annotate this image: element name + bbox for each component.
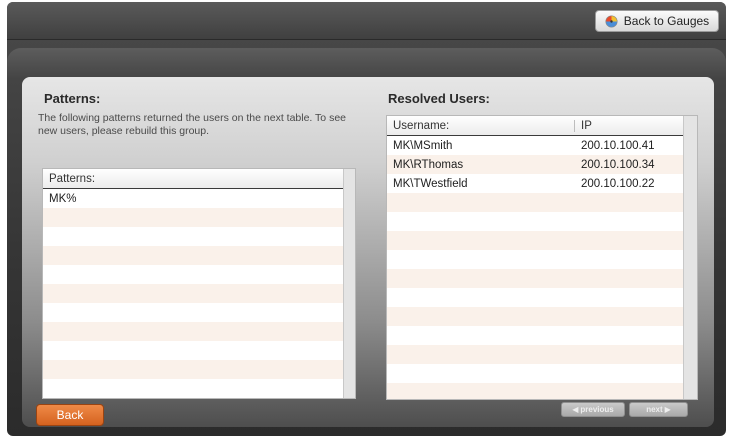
top-bar: Back to Gauges [7,2,726,40]
table-cell: 200.10.100.34 [581,158,655,171]
table-row[interactable]: MK\MSmith 200.10.100.41 [387,136,683,155]
patterns-title: Patterns: [44,91,101,106]
table-cell: MK\MSmith [393,139,453,152]
gauge-icon [605,14,618,28]
resolved-users-table-body: MK\MSmith 200.10.100.41 MK\RThomas 200.10.1… [387,136,683,399]
table-cell: 200.10.100.41 [581,139,655,152]
table-row[interactable] [43,284,343,303]
table-row[interactable] [387,269,683,288]
back-to-gauges-button[interactable]: Back to Gauges [595,10,719,32]
table-cell: MK\TWestfield [393,177,468,190]
table-row[interactable] [387,364,683,383]
table-row[interactable] [387,326,683,345]
back-to-gauges-label: Back to Gauges [623,14,710,28]
previous-button[interactable]: ◀ previous [561,402,625,417]
table-row[interactable] [387,231,683,250]
table-row[interactable] [387,307,683,326]
table-row[interactable] [43,379,343,398]
patterns-scrollbar[interactable] [343,169,355,398]
table-cell: MK\RThomas [393,158,464,171]
table-row[interactable] [43,341,343,360]
table-row[interactable] [43,360,343,379]
patterns-table: Patterns: MK% [42,168,356,399]
table-row[interactable] [43,208,343,227]
patterns-table-body: MK% [43,189,343,398]
chevron-right-icon: ▶ [664,405,671,414]
table-row[interactable] [387,345,683,364]
table-row[interactable] [387,193,683,212]
patterns-column-header: Patterns: [49,172,96,185]
table-row[interactable] [387,383,683,399]
table-row[interactable] [43,265,343,284]
resolved-users-title: Resolved Users: [388,91,490,106]
table-row[interactable] [43,322,343,341]
resolved-users-scrollbar[interactable] [683,116,697,399]
table-row[interactable] [387,212,683,231]
table-row[interactable]: MK\RThomas 200.10.100.34 [387,155,683,174]
resolved-users-table: Username: IP MK\MSmith 200.10.100.41 MK\RT… [386,115,698,400]
back-button[interactable]: Back [36,404,104,426]
next-button[interactable]: next ▶ [629,402,688,417]
ip-column-header: IP [581,119,592,132]
previous-label: previous [580,405,614,414]
table-row[interactable]: MK% [43,189,343,208]
table-row[interactable] [43,303,343,322]
patterns-description: The following patterns returned the user… [38,112,346,137]
header-band [7,48,726,78]
table-row[interactable] [43,246,343,265]
table-cell: 200.10.100.22 [581,177,655,190]
patterns-table-header: Patterns: [43,169,343,189]
resolved-users-table-header: Username: IP [387,116,683,136]
next-label: next [646,405,663,414]
table-row[interactable] [387,250,683,269]
table-cell: MK% [49,192,77,205]
table-row[interactable] [387,288,683,307]
username-column-header: Username: [387,119,575,132]
chevron-left-icon: ◀ [572,405,579,414]
table-row[interactable] [43,227,343,246]
table-row[interactable]: MK\TWestfield 200.10.100.22 [387,174,683,193]
